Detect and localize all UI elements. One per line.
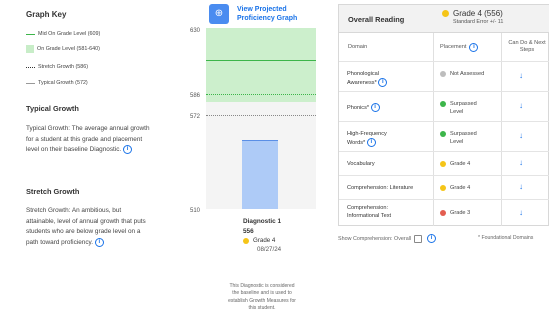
arrow-down-icon[interactable]: ↓ [519, 71, 523, 80]
info-icon[interactable]: i [94, 238, 104, 248]
info-icon[interactable]: i [427, 234, 437, 243]
mid-on-grade-level-line [206, 59, 316, 61]
placement-cell: Not Assessed [440, 70, 490, 78]
yellow-status-dot [440, 161, 446, 167]
yellow-status-dot [440, 185, 446, 191]
key-mid-on-grade: Mid On Grade Level (609) [26, 31, 100, 37]
diagnostic-date: 08/27/24 [257, 246, 282, 253]
arrow-down-icon[interactable]: ↓ [519, 158, 523, 167]
growth-chart [206, 28, 316, 209]
table-row: Comprehension: Informational Text Grade … [339, 199, 549, 226]
y-tick-label: 630 [190, 28, 201, 34]
info-icon[interactable]: i [469, 42, 479, 52]
arrow-down-icon[interactable]: ↓ [519, 131, 523, 140]
table-row: Phonics* i Surpassed Level ↓ [339, 91, 549, 121]
stretch-growth-text: Stretch Growth: An ambitious, but attain… [26, 207, 146, 248]
placement-cell: Grade 4 [440, 184, 490, 192]
standard-error: Standard Error +/- 11 [453, 19, 504, 25]
yellow-status-dot [243, 237, 249, 244]
graph-key-title: Graph Key [26, 10, 67, 19]
grey-line-swatch [26, 82, 35, 84]
domain-cell: Comprehension: Literature [347, 185, 414, 191]
dashed-line-swatch [26, 66, 35, 68]
panel-header: Overall Reading Grade 4 (556) Standard E… [339, 5, 549, 33]
overall-reading-title: Overall Reading [348, 15, 405, 24]
placement-cell: Surpassed Level [440, 100, 490, 116]
foundational-domains-note: * Foundational Domains [478, 235, 534, 241]
green-band-swatch [26, 45, 34, 53]
placement-cell: Surpassed Level [440, 130, 490, 146]
show-comprehension-checkbox[interactable] [414, 234, 423, 243]
placement-cell: Grade 3 [440, 209, 490, 217]
y-tick-label: 586 [190, 93, 201, 99]
red-status-dot [440, 210, 446, 216]
show-comprehension-toggle: Show Comprehension: Overall i [338, 234, 437, 243]
diagnostic-score: 556 [243, 228, 254, 235]
view-projected-proficiency-link[interactable]: View Projected Proficiency Graph [237, 5, 317, 23]
placement-cell: Grade 4 [440, 160, 490, 168]
key-typical-growth: Typical Growth (572) [26, 80, 88, 86]
domain-cell: Vocabulary [347, 161, 375, 167]
arrow-down-icon[interactable]: ↓ [519, 208, 523, 217]
on-grade-level-band [206, 28, 316, 102]
domain-cell: High-Frequency Words* i [347, 131, 387, 147]
domain-cell: Phonological Awareness* i [347, 70, 403, 87]
table-row: High-Frequency Words* i Surpassed Level … [339, 121, 549, 151]
baseline-note: This Diagnostic is considered the baseli… [228, 283, 296, 312]
table-row: Vocabulary Grade 4 ↓ [339, 151, 549, 175]
overall-grade: Grade 4 (556) [442, 9, 503, 18]
grey-status-dot [440, 71, 446, 77]
zoom-icon[interactable]: ⊕ [209, 4, 229, 24]
info-icon[interactable]: i [123, 145, 132, 155]
column-header-can-do: Can Do & Next Steps [508, 40, 546, 53]
stretch-growth-line [206, 94, 316, 96]
domain-cell: Phonics* i [347, 103, 403, 112]
overall-reading-panel: Overall Reading Grade 4 (556) Standard E… [338, 4, 549, 226]
green-status-dot [440, 101, 446, 107]
key-label: Stretch Growth (586) [38, 64, 89, 70]
y-tick-label: 572 [190, 114, 201, 120]
green-status-dot [440, 131, 446, 137]
typical-growth-line [206, 115, 316, 117]
key-stretch-growth: Stretch Growth (586) [26, 64, 88, 70]
key-on-grade-level: On Grade Level (581-640) [26, 45, 100, 53]
diagnostic-1-bar[interactable] [242, 139, 278, 209]
table-row: Phonological Awareness* i Not Assessed ↓ [339, 61, 549, 91]
key-label: Mid On Grade Level (609) [38, 31, 101, 37]
column-header-placement: Placement i [440, 33, 479, 61]
y-tick-label: 510 [190, 208, 201, 214]
info-icon[interactable]: i [366, 138, 376, 147]
key-label: Typical Growth (572) [38, 80, 88, 86]
column-header-domain: Domain [348, 44, 368, 50]
key-label: On Grade Level (581-640) [37, 46, 100, 52]
diagnostic-grade: Grade 4 [243, 237, 275, 244]
diagnostic-title: Diagnostic 1 [243, 218, 281, 225]
table-row: Comprehension: Literature Grade 4 ↓ [339, 175, 549, 199]
arrow-down-icon[interactable]: ↓ [519, 182, 523, 191]
yellow-status-dot [442, 10, 449, 17]
info-icon[interactable]: i [370, 103, 380, 112]
stretch-growth-heading: Stretch Growth [26, 187, 80, 196]
typical-growth-heading: Typical Growth [26, 104, 79, 113]
domain-cell: Comprehension: Informational Text [347, 205, 392, 219]
arrow-down-icon[interactable]: ↓ [519, 101, 523, 110]
typical-growth-text: Typical Growth: The average annual growt… [26, 125, 150, 155]
info-icon[interactable]: i [378, 78, 388, 87]
green-line-swatch [26, 33, 35, 35]
